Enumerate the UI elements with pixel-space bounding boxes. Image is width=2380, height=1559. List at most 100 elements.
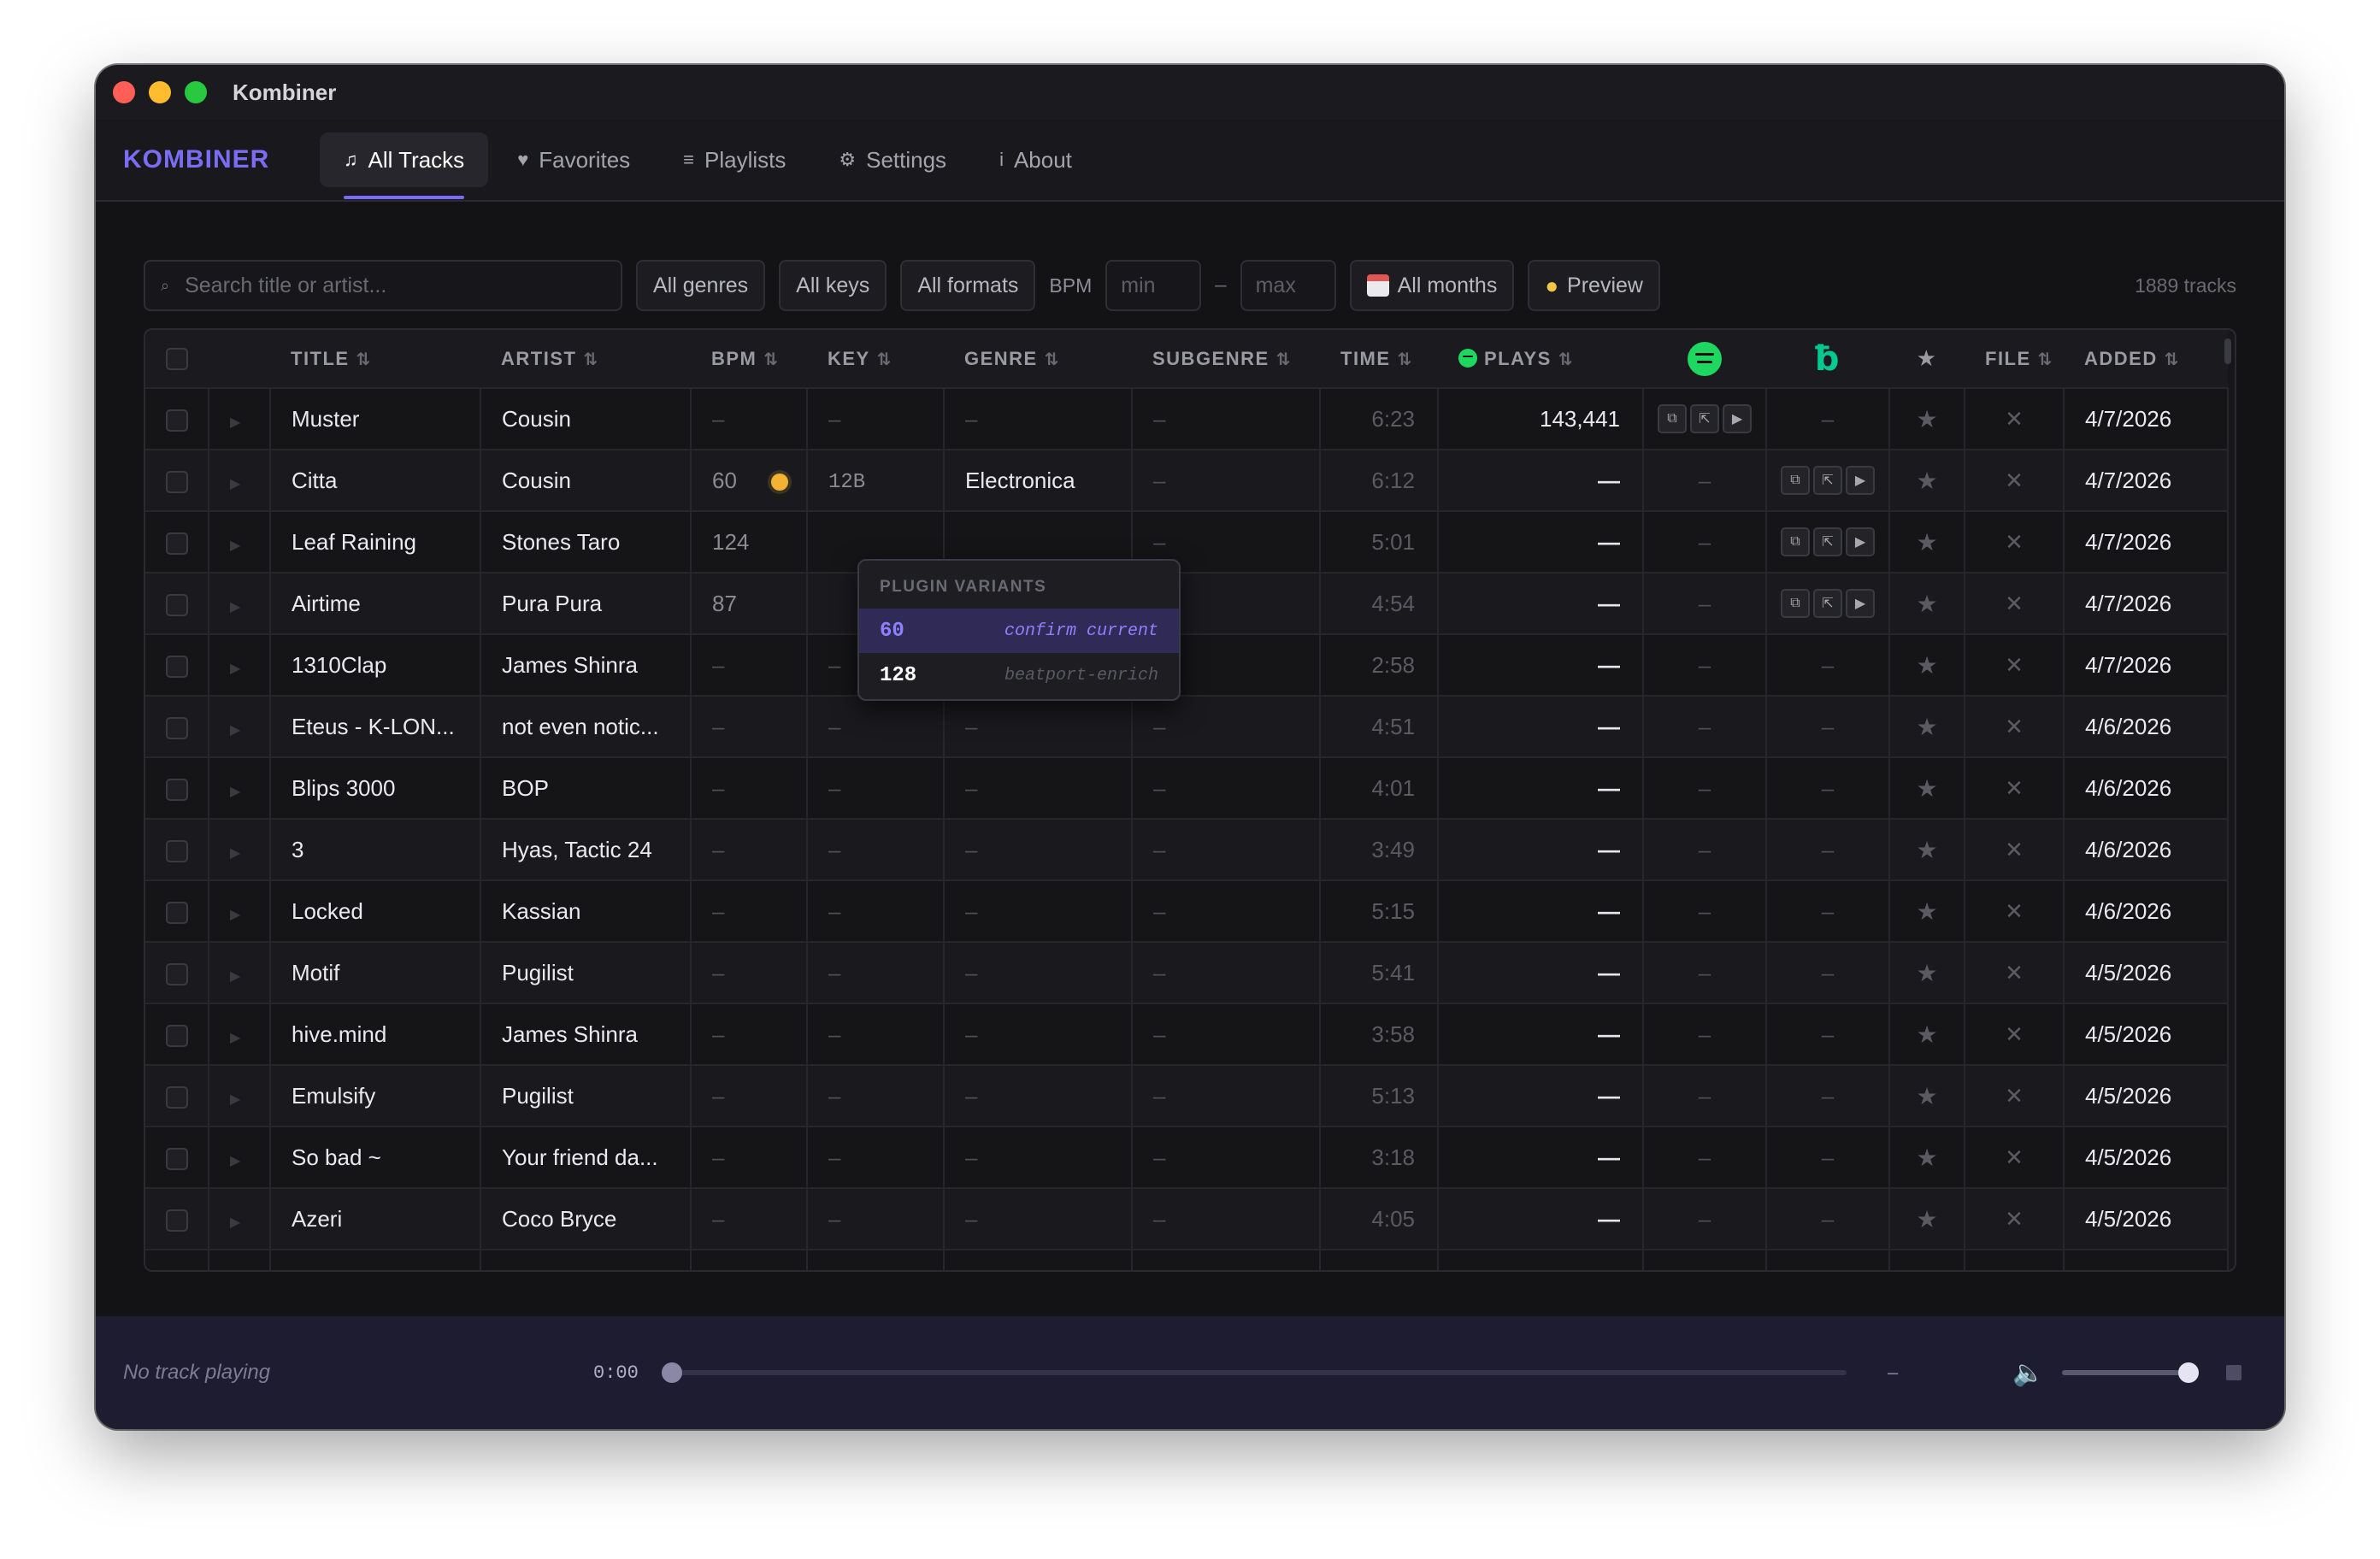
- cell-title[interactable]: Leaf Raining: [270, 510, 481, 573]
- row-play-icon[interactable]: ▶: [230, 477, 240, 491]
- cell-title[interactable]: So bad ~: [270, 1126, 481, 1188]
- cell-artist[interactable]: Hellon: [480, 1249, 692, 1270]
- cell-title[interactable]: Eteus - K-LON...: [270, 695, 481, 757]
- table-row[interactable]: ▶ Eteus - K-LON... not even notic... – – – – 4:…: [145, 695, 2229, 757]
- cell-title[interactable]: hive.mind: [270, 1003, 481, 1065]
- cell-title[interactable]: Motif: [270, 941, 481, 1003]
- favorite-star-icon[interactable]: ★: [1916, 714, 1937, 740]
- minimize-window-button[interactable]: [149, 81, 171, 103]
- cell-genre[interactable]: –: [944, 756, 1133, 819]
- variant-option[interactable]: 128 beatport-enrich: [859, 653, 1179, 697]
- row-play-icon[interactable]: ▶: [230, 415, 240, 430]
- row-play-icon[interactable]: ▶: [230, 785, 240, 799]
- row-play-icon[interactable]: ▶: [230, 1031, 240, 1045]
- cell-bpm[interactable]: –: [691, 941, 808, 1003]
- row-checkbox[interactable]: [166, 716, 188, 739]
- cell-key[interactable]: 12B: [807, 449, 945, 511]
- table-row[interactable]: ▶ Azeri Coco Bryce – – – – 4:05 — – – ★ ✕ 4/5/2026: [145, 1187, 2229, 1250]
- header-added[interactable]: ADDED ⇅: [2064, 330, 2228, 388]
- cell-title[interactable]: Pulsating Hea...: [270, 1249, 481, 1270]
- copy-link-icon[interactable]: ⧉: [1781, 527, 1810, 557]
- zoom-window-button[interactable]: [185, 81, 207, 103]
- cell-subgenre[interactable]: –: [1132, 1126, 1321, 1188]
- favorite-star-icon[interactable]: ★: [1916, 1083, 1937, 1109]
- open-external-icon[interactable]: ⇱: [1690, 404, 1719, 434]
- table-row[interactable]: ▶ Muster Cousin – – – –6:23 143,441 ⧉ ⇱ ▶ – ★ ✕ 4/7/20…: [145, 387, 2229, 450]
- cell-bpm[interactable]: –: [691, 695, 808, 757]
- cell-genre[interactable]: –: [944, 1064, 1133, 1127]
- cell-genre[interactable]: –: [944, 1249, 1133, 1270]
- row-checkbox[interactable]: [166, 532, 188, 555]
- bpm-variant-indicator[interactable]: [770, 473, 788, 491]
- cell-key[interactable]: –: [807, 756, 945, 819]
- cell-artist[interactable]: Pugilist: [480, 1064, 692, 1127]
- header-bpm[interactable]: BPM ⇅: [691, 330, 807, 388]
- header-artist[interactable]: ARTIST ⇅: [480, 330, 691, 388]
- row-checkbox[interactable]: [166, 1209, 188, 1232]
- table-row[interactable]: ▶ Pulsating Hea... Hellon – – – – 5:33 — – – ★ ✕ 4/4/…: [145, 1249, 2229, 1270]
- favorite-star-icon[interactable]: ★: [1916, 1206, 1937, 1232]
- cell-subgenre[interactable]: –: [1132, 818, 1321, 880]
- header-key[interactable]: KEY ⇅: [807, 330, 944, 388]
- favorite-star-icon[interactable]: ★: [1916, 837, 1937, 863]
- table-row[interactable]: ▶1310ClapJames Shinra––––2:58—––★✕4/7/20…: [145, 633, 2229, 696]
- volume-handle[interactable]: [2177, 1362, 2199, 1383]
- favorite-star-icon[interactable]: ★: [1916, 960, 1937, 986]
- cell-genre[interactable]: –: [944, 1003, 1133, 1065]
- cell-genre[interactable]: –: [944, 818, 1133, 880]
- favorite-star-icon[interactable]: ★: [1916, 898, 1937, 925]
- copy-link-icon[interactable]: ⧉: [1658, 404, 1687, 434]
- close-window-button[interactable]: [113, 81, 135, 103]
- cell-key[interactable]: –: [807, 1003, 945, 1065]
- row-checkbox[interactable]: [166, 593, 188, 616]
- cell-bpm[interactable]: –: [691, 880, 808, 942]
- cell-artist[interactable]: James Shinra: [480, 1003, 692, 1065]
- genre-filter-dropdown[interactable]: All genres: [636, 260, 766, 311]
- table-row[interactable]: ▶ Leaf Raining Stones Taro 124–5:01— – ⧉ ⇱ ▶ ★ ✕ 4…: [145, 510, 2229, 573]
- row-checkbox[interactable]: [166, 655, 188, 678]
- cell-artist[interactable]: Pura Pura: [480, 572, 692, 634]
- row-checkbox[interactable]: [166, 1147, 188, 1170]
- cell-bpm[interactable]: –: [691, 818, 808, 880]
- open-external-icon[interactable]: ⇱: [1813, 589, 1842, 619]
- cell-bpm[interactable]: 87: [691, 572, 808, 634]
- tab-playlists[interactable]: ≡ Playlists: [659, 132, 810, 187]
- cell-subgenre[interactable]: –: [1132, 1003, 1321, 1065]
- table-row[interactable]: ▶ So bad ~ Your friend da... – – – – 3:18 — – – ★ ✕ 4…: [145, 1126, 2229, 1188]
- favorite-star-icon[interactable]: ★: [1916, 529, 1937, 556]
- cell-title[interactable]: Emulsify: [270, 1064, 481, 1127]
- cell-bpm[interactable]: –: [691, 387, 808, 450]
- key-filter-dropdown[interactable]: All keys: [779, 260, 887, 311]
- row-play-icon[interactable]: ▶: [230, 969, 240, 984]
- cell-bpm[interactable]: 60: [691, 449, 808, 511]
- cell-genre[interactable]: –: [944, 1126, 1133, 1188]
- cell-key[interactable]: –: [807, 695, 945, 757]
- seek-bar[interactable]: [662, 1362, 1847, 1383]
- table-row[interactable]: ▶ Locked Kassian – – – – 5:15 — – – ★ ✕ 4/6/2026: [145, 880, 2229, 942]
- cell-artist[interactable]: Cousin: [480, 387, 692, 450]
- open-external-icon[interactable]: ⇱: [1813, 466, 1842, 496]
- favorite-star-icon[interactable]: ★: [1916, 468, 1937, 494]
- cell-bpm[interactable]: –: [691, 1249, 808, 1270]
- cell-artist[interactable]: Stones Taro: [480, 510, 692, 573]
- cell-title[interactable]: Muster: [270, 387, 481, 450]
- month-filter-dropdown[interactable]: All months: [1349, 260, 1515, 311]
- cell-artist[interactable]: Cousin: [480, 449, 692, 511]
- cell-subgenre[interactable]: –: [1132, 1249, 1321, 1270]
- bpm-min-input[interactable]: [1105, 260, 1202, 311]
- row-play-icon[interactable]: ▶: [230, 662, 240, 676]
- cell-title[interactable]: 1310Clap: [270, 633, 481, 696]
- header-plays[interactable]: PLAYS ⇅: [1438, 330, 1643, 388]
- tab-all-tracks[interactable]: ♫ All Tracks: [320, 132, 489, 199]
- cell-bpm[interactable]: –: [691, 756, 808, 819]
- row-checkbox[interactable]: [166, 901, 188, 924]
- cell-bpm[interactable]: –: [691, 1064, 808, 1127]
- cell-key[interactable]: –: [807, 818, 945, 880]
- cell-bpm[interactable]: –: [691, 1003, 808, 1065]
- row-checkbox[interactable]: [166, 839, 188, 862]
- favorite-star-icon[interactable]: ★: [1916, 1144, 1937, 1171]
- cell-title[interactable]: 3: [270, 818, 481, 880]
- cell-subgenre[interactable]: –: [1132, 941, 1321, 1003]
- row-checkbox[interactable]: [166, 962, 188, 985]
- row-play-icon[interactable]: ▶: [230, 846, 240, 861]
